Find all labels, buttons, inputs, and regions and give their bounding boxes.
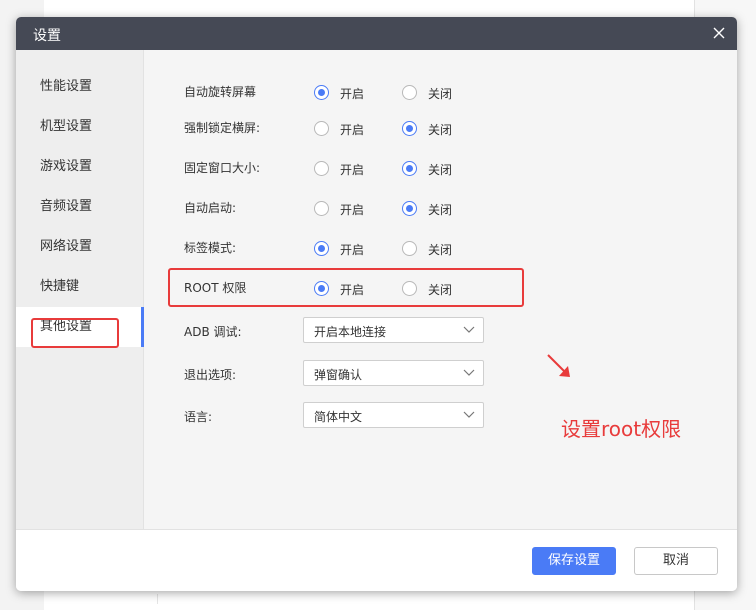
sidebar-item-label: 网络设置 <box>40 239 93 254</box>
exit-option-select[interactable]: 弹窗确认 <box>303 360 484 386</box>
select-value: 开启本地连接 <box>314 325 387 339</box>
settings-dialog: 设置 性能设置 机型设置 游戏设置 音频设置 网络设置 快捷键 其他设置 自动旋… <box>16 17 737 591</box>
background-window-edge <box>157 594 697 604</box>
sidebar-item-game[interactable]: 游戏设置 <box>16 147 144 187</box>
sidebar-item-label: 音频设置 <box>40 199 93 214</box>
chevron-down-icon <box>463 411 475 418</box>
sidebar-item-label: 其他设置 <box>40 319 93 334</box>
auto-start-on-radio[interactable] <box>314 201 329 216</box>
root-on-radio[interactable] <box>314 281 329 296</box>
sidebar-item-network[interactable]: 网络设置 <box>16 227 144 267</box>
auto-rotate-off-radio[interactable] <box>402 85 417 100</box>
radio-label-off: 关闭 <box>428 283 453 297</box>
setting-label-fixed-window: 固定窗口大小: <box>184 161 261 175</box>
settings-sidebar: 性能设置 机型设置 游戏设置 音频设置 网络设置 快捷键 其他设置 <box>16 50 144 529</box>
fixed-window-on-radio[interactable] <box>314 161 329 176</box>
radio-label-on: 开启 <box>340 123 365 137</box>
dialog-titlebar: 设置 <box>16 17 737 50</box>
setting-label-tab-mode: 标签模式: <box>184 241 237 255</box>
sidebar-item-shortcuts[interactable]: 快捷键 <box>16 267 144 307</box>
setting-label-adb: ADB 调试: <box>184 325 242 339</box>
radio-label-on: 开启 <box>340 203 365 217</box>
sidebar-item-label: 性能设置 <box>40 79 93 94</box>
tab-mode-on-radio[interactable] <box>314 241 329 256</box>
force-landscape-off-radio[interactable] <box>402 121 417 136</box>
annotation-arrow-icon <box>547 354 570 377</box>
setting-label-auto-start: 自动启动: <box>184 201 237 215</box>
radio-label-on: 开启 <box>340 243 365 257</box>
sidebar-item-audio[interactable]: 音频设置 <box>16 187 144 227</box>
radio-label-off: 关闭 <box>428 203 453 217</box>
force-landscape-on-radio[interactable] <box>314 121 329 136</box>
language-select[interactable]: 简体中文 <box>303 402 484 428</box>
close-button[interactable] <box>709 23 729 43</box>
radio-label-on: 开启 <box>340 283 365 297</box>
setting-label-exit-option: 退出选项: <box>184 368 237 382</box>
setting-label-auto-rotate: 自动旋转屏幕 <box>184 85 257 99</box>
root-off-radio[interactable] <box>402 281 417 296</box>
sidebar-item-device-model[interactable]: 机型设置 <box>16 107 144 147</box>
setting-label-language: 语言: <box>184 410 213 424</box>
chevron-down-icon <box>463 369 475 376</box>
sidebar-item-label: 游戏设置 <box>40 159 93 174</box>
radio-label-off: 关闭 <box>428 87 453 101</box>
cancel-button[interactable]: 取消 <box>634 547 718 575</box>
select-value: 简体中文 <box>314 410 363 424</box>
radio-label-off: 关闭 <box>428 163 453 177</box>
radio-label-on: 开启 <box>340 163 365 177</box>
sidebar-item-other[interactable]: 其他设置 <box>16 307 144 347</box>
sidebar-item-performance[interactable]: 性能设置 <box>16 67 144 107</box>
sidebar-item-label: 快捷键 <box>40 279 80 294</box>
close-icon <box>713 27 725 39</box>
tab-mode-off-radio[interactable] <box>402 241 417 256</box>
dialog-footer: 保存设置 取消 <box>16 529 737 591</box>
radio-label-on: 开启 <box>340 87 365 101</box>
radio-label-off: 关闭 <box>428 243 453 257</box>
auto-rotate-on-radio[interactable] <box>314 85 329 100</box>
chevron-down-icon <box>463 326 475 333</box>
annotation-label: 设置root权限 <box>561 417 682 441</box>
select-value: 弹窗确认 <box>314 368 363 382</box>
fixed-window-off-radio[interactable] <box>402 161 417 176</box>
sidebar-item-label: 机型设置 <box>40 119 93 134</box>
save-settings-button[interactable]: 保存设置 <box>532 547 616 575</box>
setting-label-root: ROOT 权限 <box>184 281 247 295</box>
settings-content: 自动旋转屏幕 开启 关闭 强制锁定横屏: 开启 关闭 固定窗口大小: 开启 关闭… <box>144 50 737 529</box>
setting-label-force-landscape: 强制锁定横屏: <box>184 121 261 135</box>
auto-start-off-radio[interactable] <box>402 201 417 216</box>
adb-debug-select[interactable]: 开启本地连接 <box>303 317 484 343</box>
dialog-title: 设置 <box>33 28 61 44</box>
radio-label-off: 关闭 <box>428 123 453 137</box>
